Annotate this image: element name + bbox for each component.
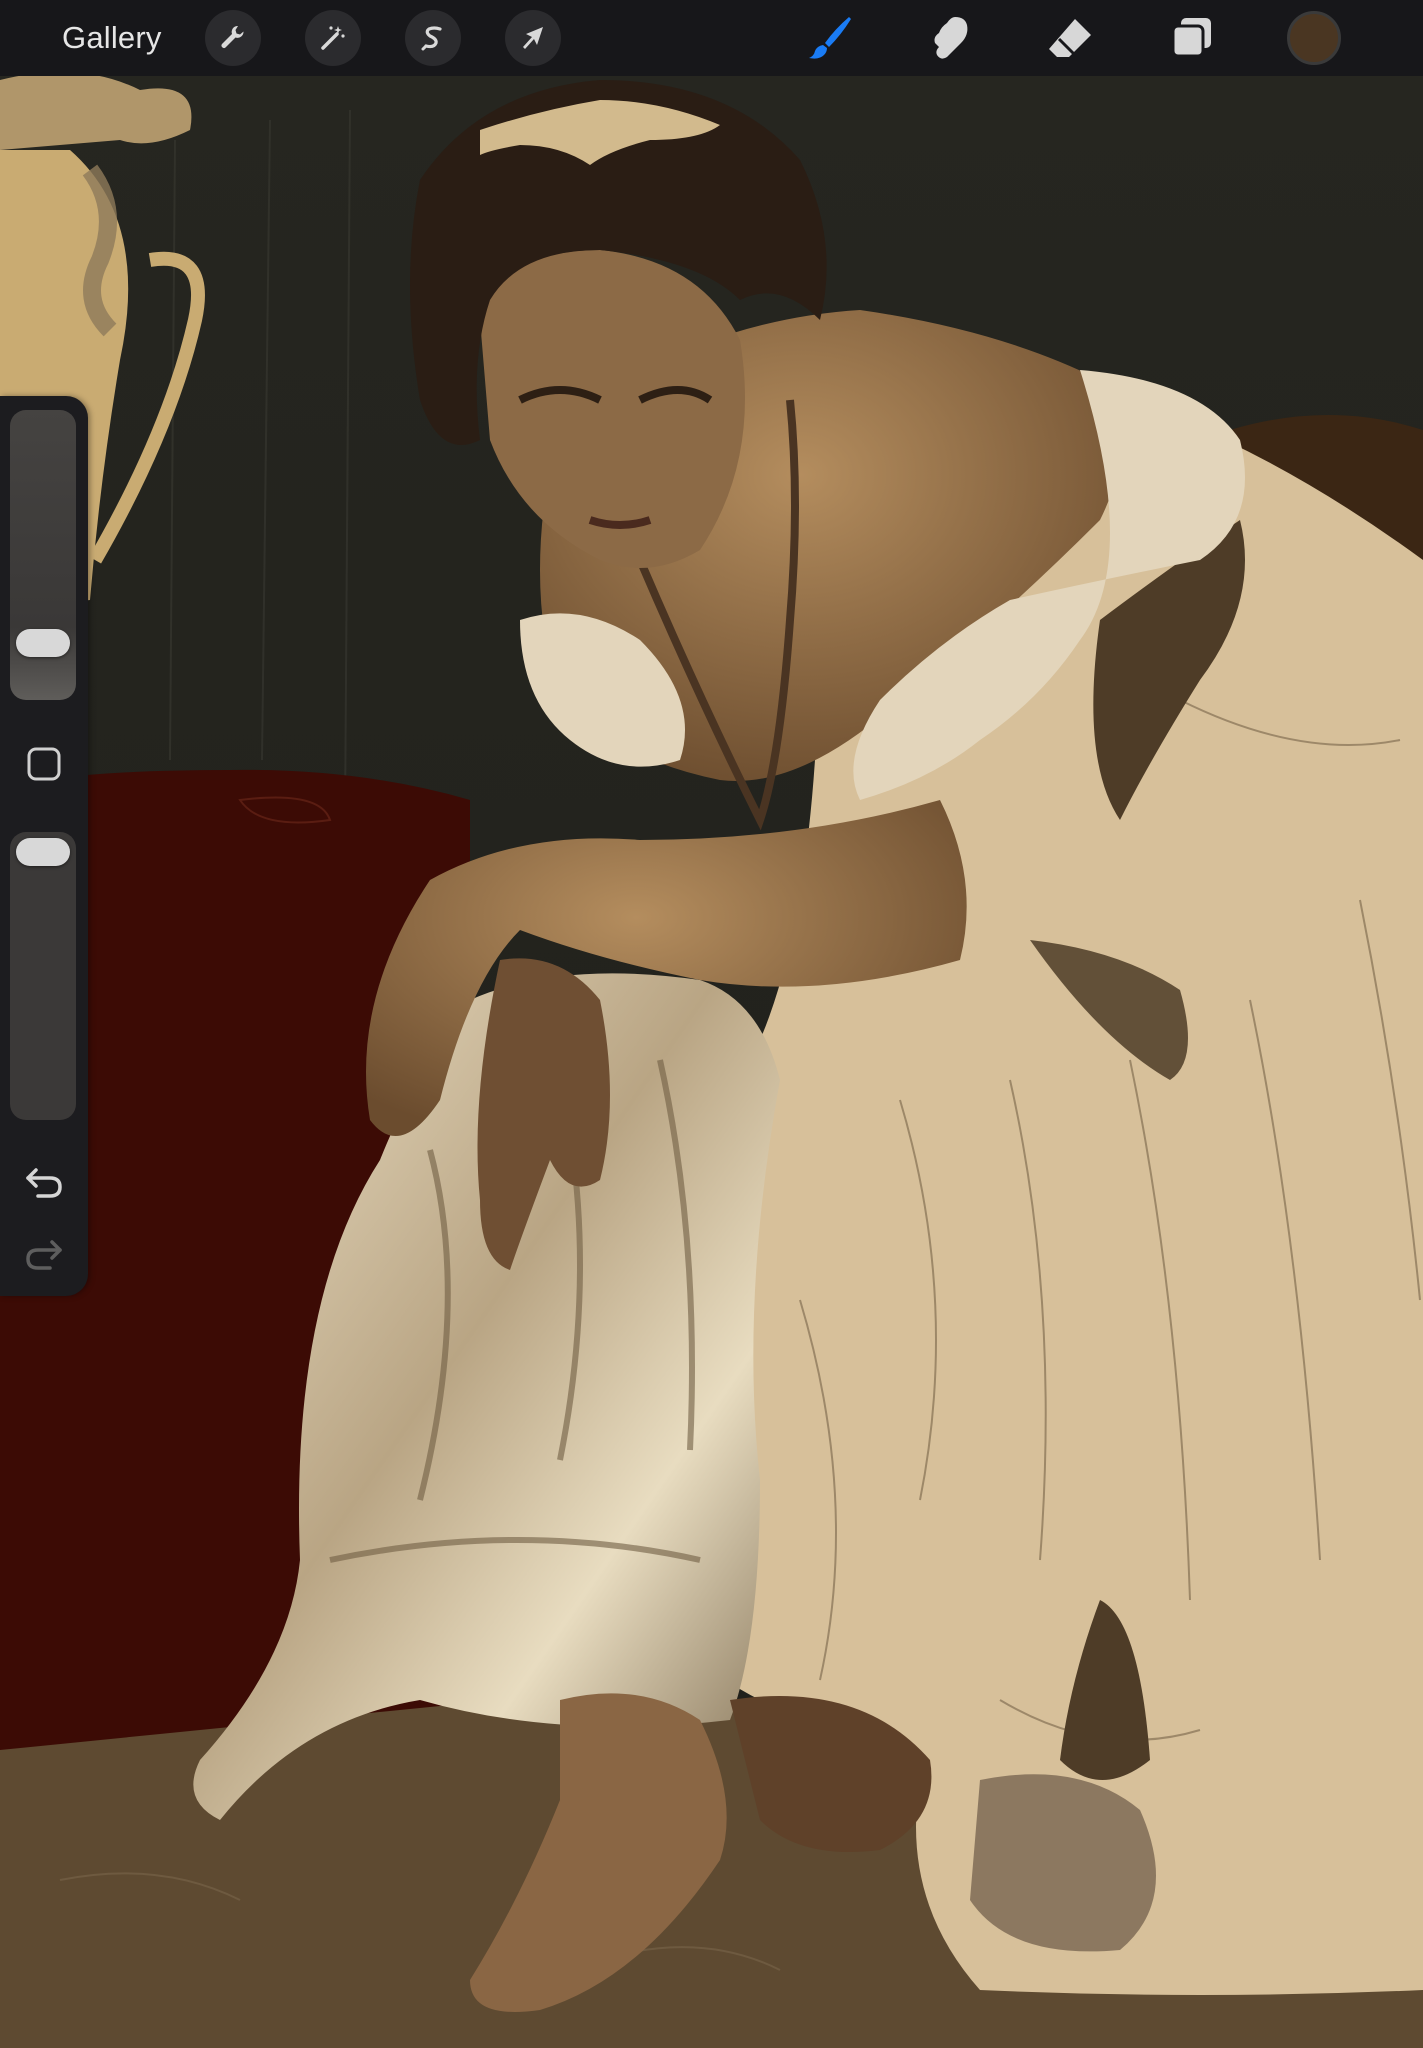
wrench-icon [221,25,244,48]
drawing-canvas[interactable] [0,0,1423,2048]
selection-button[interactable] [405,10,461,66]
selection-s-icon [421,26,442,51]
brush-size-thumb[interactable] [16,628,70,657]
color-swatch-button[interactable] [1287,11,1341,65]
procreate-app: Gallery [0,0,1423,2048]
transform-button[interactable] [505,10,561,66]
gallery-button[interactable]: Gallery [62,14,162,62]
square-outline-icon [27,747,61,781]
brush-icon [809,17,851,59]
cursor-arrow-icon [523,27,543,49]
eraser-icon [1049,19,1091,57]
top-toolbar: Gallery [0,0,1423,76]
actions-button[interactable] [205,10,261,66]
redo-arrow-icon [26,1240,62,1270]
brush-opacity-thumb[interactable] [16,838,70,866]
layers-icon [1171,18,1211,58]
brush-size-slider[interactable] [10,410,76,700]
redo-button[interactable] [20,1232,68,1276]
layers-button[interactable] [1162,10,1222,66]
brush-opacity-slider[interactable] [10,832,76,1120]
smudge-button[interactable] [920,10,980,66]
adjustments-button[interactable] [305,10,361,66]
undo-arrow-icon [26,1168,62,1198]
eraser-button[interactable] [1040,10,1100,66]
modify-button[interactable] [24,744,64,784]
sidebar [0,396,88,1296]
undo-button[interactable] [20,1160,68,1204]
brush-button[interactable] [800,10,860,66]
smudge-finger-icon [934,17,968,59]
magic-wand-icon [321,26,345,50]
